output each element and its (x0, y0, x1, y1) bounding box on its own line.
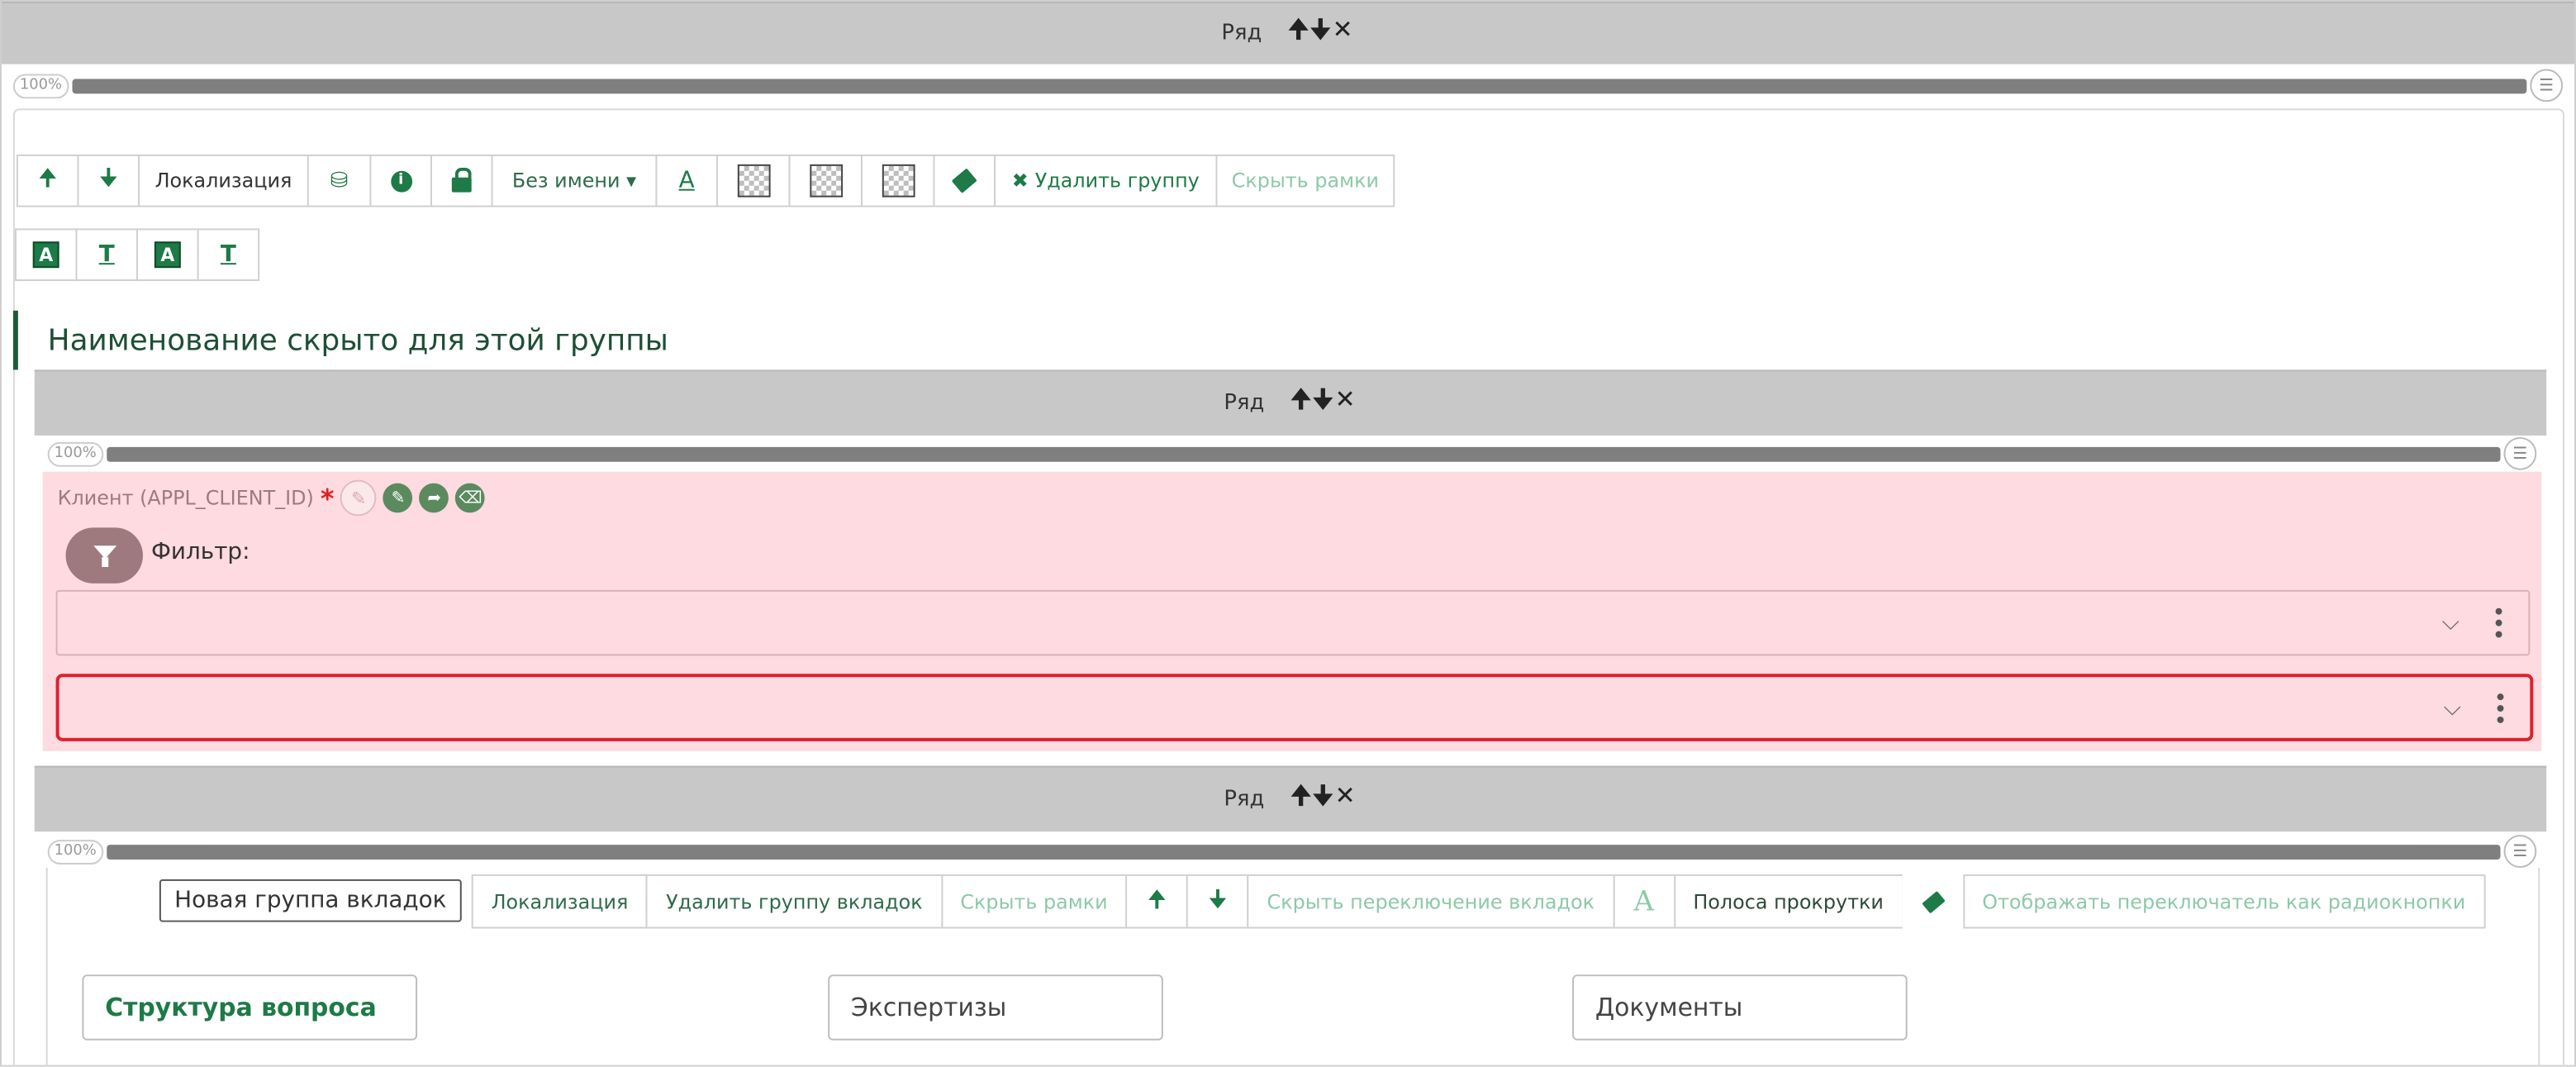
tabs-eraser-button[interactable] (1901, 874, 1965, 929)
row-bar-client: Ряд 🠉🠋✕ (34, 369, 2547, 436)
checker-icon (809, 164, 843, 198)
row-move-delete-controls[interactable]: 🠉🠋✕ (1290, 779, 1357, 821)
row-label: Ряд (1221, 21, 1262, 46)
arrow-up-icon: 🠉 (1147, 886, 1167, 913)
chevron-down-icon: ⌵ (2443, 694, 2461, 721)
tabs-localization-button[interactable]: Локализация (471, 874, 649, 929)
tabs-hide-frames-button[interactable]: Скрыть рамки (940, 874, 1128, 929)
font-a-icon: A (678, 167, 695, 194)
client-field-header: Клиент (APPL_CLIENT_ID) * ✎ ✎ ➦ ⌫ (57, 479, 486, 517)
font-color-button[interactable]: A (655, 154, 718, 207)
kebab-menu-icon[interactable] (2497, 693, 2504, 722)
checker-icon (736, 164, 770, 198)
row-move-delete-controls[interactable]: 🠉🠋✕ (1290, 383, 1357, 424)
row-move-delete-controls[interactable]: 🠉🠋✕ (1288, 13, 1354, 55)
text-t-icon: T (220, 241, 236, 269)
client-select[interactable]: ⌵ (55, 674, 2534, 741)
row-label: Ряд (1224, 391, 1265, 417)
scrollbar-button[interactable]: Полоса прокрутки (1673, 874, 1903, 929)
slider-track[interactable] (71, 78, 2527, 93)
required-mark: * (320, 482, 335, 514)
tab-documents[interactable]: Документы (1572, 974, 1908, 1041)
text-t-icon: T (98, 241, 115, 269)
background-pattern-button-1[interactable] (715, 154, 791, 207)
edit-icon[interactable]: ✎ (340, 479, 378, 517)
slider-percent: 100% (47, 441, 103, 466)
binoculars-button[interactable]: ⛁ (307, 154, 372, 207)
lock-icon (451, 166, 472, 192)
width-slider-top[interactable]: 100% ☰ (12, 69, 2564, 102)
slider-track[interactable] (106, 844, 2501, 860)
arrow-up-icon: 🠉 (38, 165, 58, 193)
client-field-label: Клиент (APPL_CLIENT_ID) (57, 486, 314, 510)
eraser-icon (951, 168, 977, 194)
slider-track[interactable] (106, 445, 2501, 461)
content-bg-color-button[interactable]: A (136, 228, 199, 282)
caret-down-icon: ▾ (626, 169, 637, 193)
width-slider-tabs[interactable]: 100% ☰ (47, 835, 2537, 868)
group-title: Наименование скрыто для этой группы (47, 323, 668, 359)
info-button[interactable]: i (369, 154, 432, 207)
tabs-move-up-button[interactable]: 🠉 (1125, 874, 1189, 929)
eraser-icon (1921, 889, 1945, 913)
highlight-a-icon: A (32, 241, 59, 269)
slider-percent: 100% (12, 73, 69, 98)
pencil-icon[interactable]: ✎ (383, 483, 413, 513)
localization-button[interactable]: Локализация (138, 154, 309, 207)
share-icon[interactable]: ➦ (419, 483, 449, 513)
content-text-color-button[interactable]: T (197, 228, 260, 282)
tab-question-structure[interactable]: Структура вопроса (82, 974, 418, 1041)
kebab-menu-icon[interactable] (2495, 607, 2502, 638)
delete-tab-group-button[interactable]: Удалить группу вкладок (646, 874, 943, 929)
arrow-down-icon: 🠋 (1208, 886, 1228, 913)
tabs-move-down-button[interactable]: 🠋 (1186, 874, 1249, 929)
hide-frames-button[interactable]: Скрыть рамки (1215, 154, 1395, 207)
arrow-down-icon: 🠋 (98, 165, 118, 193)
page-root: Ряд 🠉🠋✕ 100% ☰ 🠉 🠋 Локализация ⛁ i Без и… (0, 0, 2576, 1067)
row-bar-tabs: Ряд 🠉🠋✕ (34, 765, 2547, 832)
no-name-dropdown[interactable]: Без имени ▾ (491, 154, 658, 207)
title-accent-bar (12, 310, 18, 370)
checker-icon (881, 164, 915, 198)
info-icon: i (390, 169, 412, 192)
show-as-radio-button[interactable]: Отображать переключатель как радиокнопки (1962, 874, 2486, 929)
funnel-icon (93, 545, 116, 568)
filter-label: Фильтр: (150, 539, 250, 566)
move-down-button[interactable]: 🠋 (77, 154, 140, 207)
row-bar-top: Ряд 🠉🠋✕ (1, 1, 2575, 64)
group-toolbar: 🠉 🠋 Локализация ⛁ i Без имени ▾ A ✖ Удали… (16, 154, 1395, 207)
slider-menu-icon[interactable]: ☰ (2530, 69, 2564, 102)
move-up-button[interactable]: 🠉 (16, 154, 79, 207)
eraser-button[interactable] (933, 154, 996, 207)
slider-menu-icon[interactable]: ☰ (2503, 835, 2537, 868)
filter-select[interactable]: ⌵ (55, 589, 2531, 656)
tab-expertises[interactable]: Экспертизы (828, 974, 1163, 1041)
tabs-toolbar: Локализация Удалить группу вкладок Скрыт… (471, 874, 2486, 929)
lock-button[interactable] (430, 154, 493, 207)
tabs-font-button[interactable]: A (1612, 874, 1675, 929)
title-text-color-button[interactable]: T (75, 228, 139, 282)
eraser-icon[interactable]: ⌫ (455, 483, 486, 513)
binoculars-icon: ⛁ (330, 168, 349, 193)
background-pattern-button-2[interactable] (788, 154, 863, 207)
slider-menu-icon[interactable]: ☰ (2503, 436, 2537, 470)
format-toolbar: A T A T (14, 228, 260, 282)
delete-group-button[interactable]: ✖ Удалить группу (994, 154, 1218, 207)
row-label: Ряд (1224, 787, 1265, 812)
slider-percent: 100% (47, 839, 103, 864)
title-bg-color-button[interactable]: A (14, 228, 78, 282)
chevron-down-icon: ⌵ (2441, 609, 2460, 636)
highlight-a-icon: A (154, 241, 181, 269)
delete-x-icon: ✖ (1011, 169, 1029, 193)
width-slider-client[interactable]: 100% ☰ (47, 436, 2537, 470)
filter-toggle-button[interactable] (65, 527, 144, 584)
tab-group-name-input[interactable]: Новая группа вкладок (159, 879, 462, 922)
background-pattern-button-3[interactable] (860, 154, 935, 207)
hide-tab-switch-button[interactable]: Скрыть переключение вкладок (1247, 874, 1614, 929)
